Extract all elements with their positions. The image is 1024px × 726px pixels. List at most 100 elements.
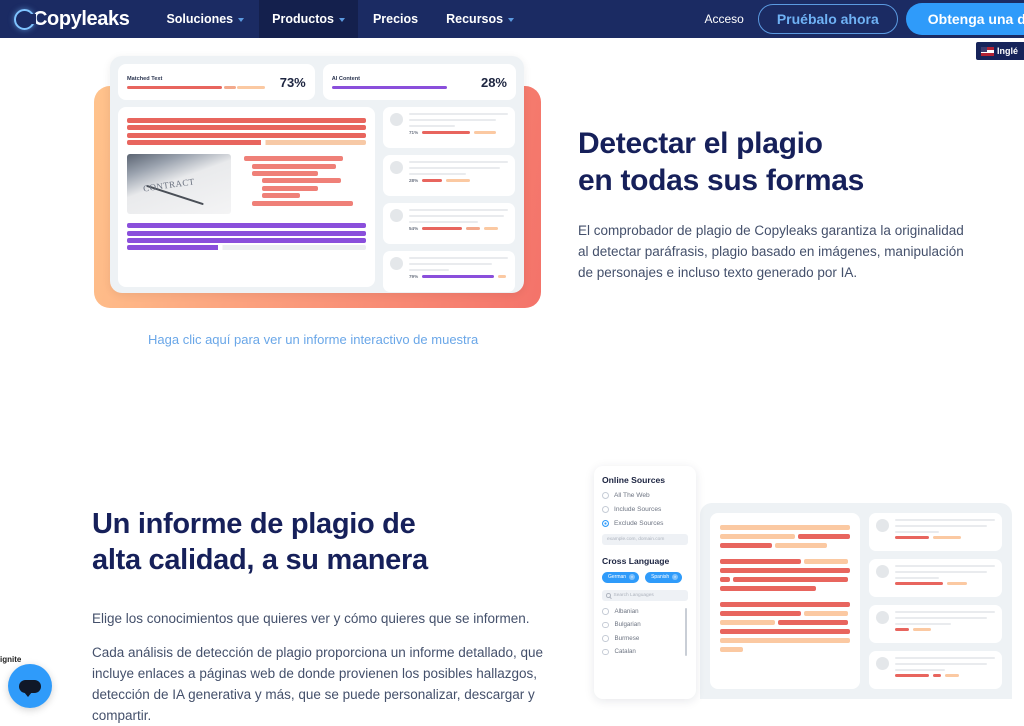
matched-text-label: Matched Text — [127, 75, 163, 82]
chevron-down-icon — [338, 17, 345, 22]
result-percent: 28% — [409, 178, 419, 184]
ignite-brand-label: ignite — [0, 655, 22, 664]
sample-report-link[interactable]: Haga clic aquí para ver un informe inter… — [148, 332, 478, 347]
preview-document — [710, 513, 860, 689]
logo-circle-icon — [14, 8, 35, 30]
radio-icon — [602, 492, 609, 499]
bar-segment — [127, 85, 222, 89]
top-navbar: Copyleaks Soluciones Productos Precios R… — [0, 0, 1024, 38]
language-label: Catalan — [614, 648, 636, 656]
search-placeholder: Search Languages — [613, 592, 654, 598]
chevron-down-icon — [238, 17, 245, 22]
chat-bubble-icon — [19, 679, 41, 697]
report-settings-panel: Online Sources All The Web Include Sourc… — [594, 466, 696, 699]
language-item-albanian[interactable]: Albanian — [602, 608, 688, 615]
avatar — [876, 565, 889, 578]
preview-result-item[interactable] — [869, 513, 1002, 551]
section2-heading-line1: Un informe de plagio de — [92, 508, 416, 540]
cross-language-title: Cross Language — [602, 556, 670, 566]
get-demo-button[interactable]: Obtenga una dem — [905, 3, 1024, 35]
avatar — [390, 209, 403, 222]
nav-item-precios[interactable]: Precios — [360, 0, 431, 38]
language-label: Burmese — [614, 634, 640, 642]
radio-icon — [602, 608, 609, 615]
result-item[interactable]: 79% — [383, 251, 515, 292]
preview-result-item[interactable] — [869, 605, 1002, 643]
login-link[interactable]: Acceso — [690, 12, 757, 26]
language-list-scrollbar[interactable] — [685, 607, 687, 656]
section2-paragraph-1: Elige los conocimientos que quieres ver … — [92, 610, 530, 626]
report-body: 71% 28% — [118, 107, 516, 292]
nav-label-soluciones: Soluciones — [166, 12, 234, 26]
language-list[interactable]: Albanian Bulgarian Burmese Catalan — [602, 607, 688, 656]
section2-text-block: Un informe de plagio de alta calidad, a … — [92, 506, 552, 726]
nav-links: Soluciones Productos Precios Recursos — [153, 0, 527, 38]
selected-language-chips: German × Spanish × — [602, 572, 688, 583]
matched-text-bar — [127, 85, 265, 89]
preview-result-item[interactable] — [869, 559, 1002, 597]
chip-label: Spanish — [651, 574, 670, 581]
hero-text-block: Detectar el plagio en todas sus formas E… — [578, 126, 978, 284]
result-item[interactable]: 71% — [383, 107, 515, 148]
hero-heading-line2: en todas sus formas — [578, 163, 865, 197]
language-selector-badge[interactable]: Inglé — [975, 42, 1024, 60]
document-page — [118, 107, 375, 287]
close-icon[interactable]: × — [672, 574, 679, 581]
search-icon — [606, 593, 611, 598]
code-block — [239, 154, 366, 214]
radio-label: All The Web — [614, 492, 650, 499]
logo-text: Copyleaks — [33, 8, 130, 30]
matched-text-value: 73% — [279, 74, 306, 90]
hero-paragraph: El comprobador de plagio de Copyleaks ga… — [578, 223, 964, 281]
chip-german[interactable]: German × — [602, 572, 640, 583]
radio-option-all-the-web[interactable]: All The Web — [602, 492, 688, 499]
language-label: Bulgarian — [614, 621, 641, 629]
avatar — [876, 611, 889, 624]
bar-segment — [237, 85, 265, 89]
result-percent: 54% — [409, 226, 419, 232]
report-preview-panel — [700, 503, 1012, 699]
language-item-burmese[interactable]: Burmese — [602, 635, 688, 642]
radio-icon-selected — [602, 520, 609, 527]
radio-option-exclude-sources[interactable]: Exclude Sources — [602, 520, 688, 527]
chip-spanish[interactable]: Spanish × — [645, 572, 683, 583]
avatar — [390, 161, 403, 174]
bar-segment — [331, 85, 447, 89]
nav-label-productos: Productos — [272, 12, 334, 26]
radio-option-include-sources[interactable]: Include Sources — [602, 506, 688, 513]
radio-icon — [602, 506, 609, 513]
radio-icon — [602, 648, 609, 656]
hero-report-visual: Matched Text 73% AI Content 28% CONTRACT… — [94, 56, 541, 308]
result-item[interactable]: 54% — [383, 203, 515, 244]
nav-item-productos[interactable]: Productos — [259, 0, 358, 38]
language-search-input[interactable]: Search Languages — [602, 589, 688, 601]
radio-label: Exclude Sources — [614, 520, 664, 527]
section2-paragraph-2: Cada análisis de detección de plagio pro… — [92, 644, 544, 723]
chevron-down-icon — [508, 17, 515, 22]
result-item[interactable]: 28% — [383, 155, 515, 196]
section2-heading: Un informe de plagio de alta calidad, a … — [92, 506, 552, 579]
online-sources-title: Online Sources — [602, 475, 666, 485]
language-item-bulgarian[interactable]: Bulgarian — [602, 621, 688, 628]
copyleaks-logo[interactable]: Copyleaks — [14, 0, 130, 38]
document-middle — [127, 154, 366, 215]
try-now-button[interactable]: Pruébalo ahora — [757, 4, 898, 34]
preview-result-item[interactable] — [869, 651, 1002, 689]
us-flag-icon — [980, 46, 994, 56]
chat-widget-button[interactable] — [8, 664, 52, 708]
avatar — [876, 519, 889, 532]
preview-results-list — [869, 513, 1002, 689]
report-stats-row: Matched Text 73% AI Content 28% — [118, 64, 516, 100]
nav-item-soluciones[interactable]: Soluciones — [153, 0, 257, 38]
ai-content-stat: AI Content 28% — [322, 64, 516, 100]
nav-item-recursos[interactable]: Recursos — [433, 0, 527, 38]
language-item-catalan[interactable]: Catalan — [602, 648, 688, 655]
radio-icon — [602, 635, 609, 642]
avatar — [390, 257, 403, 270]
nav-actions: Acceso Pruébalo ahora Obtenga una dem — [690, 0, 1024, 38]
language-label: Inglé — [996, 46, 1018, 56]
close-icon[interactable]: × — [629, 574, 636, 581]
domain-exclusion-input[interactable]: example.com, domain.com — [602, 534, 688, 545]
contract-image — [127, 154, 231, 215]
radio-icon — [602, 621, 609, 629]
